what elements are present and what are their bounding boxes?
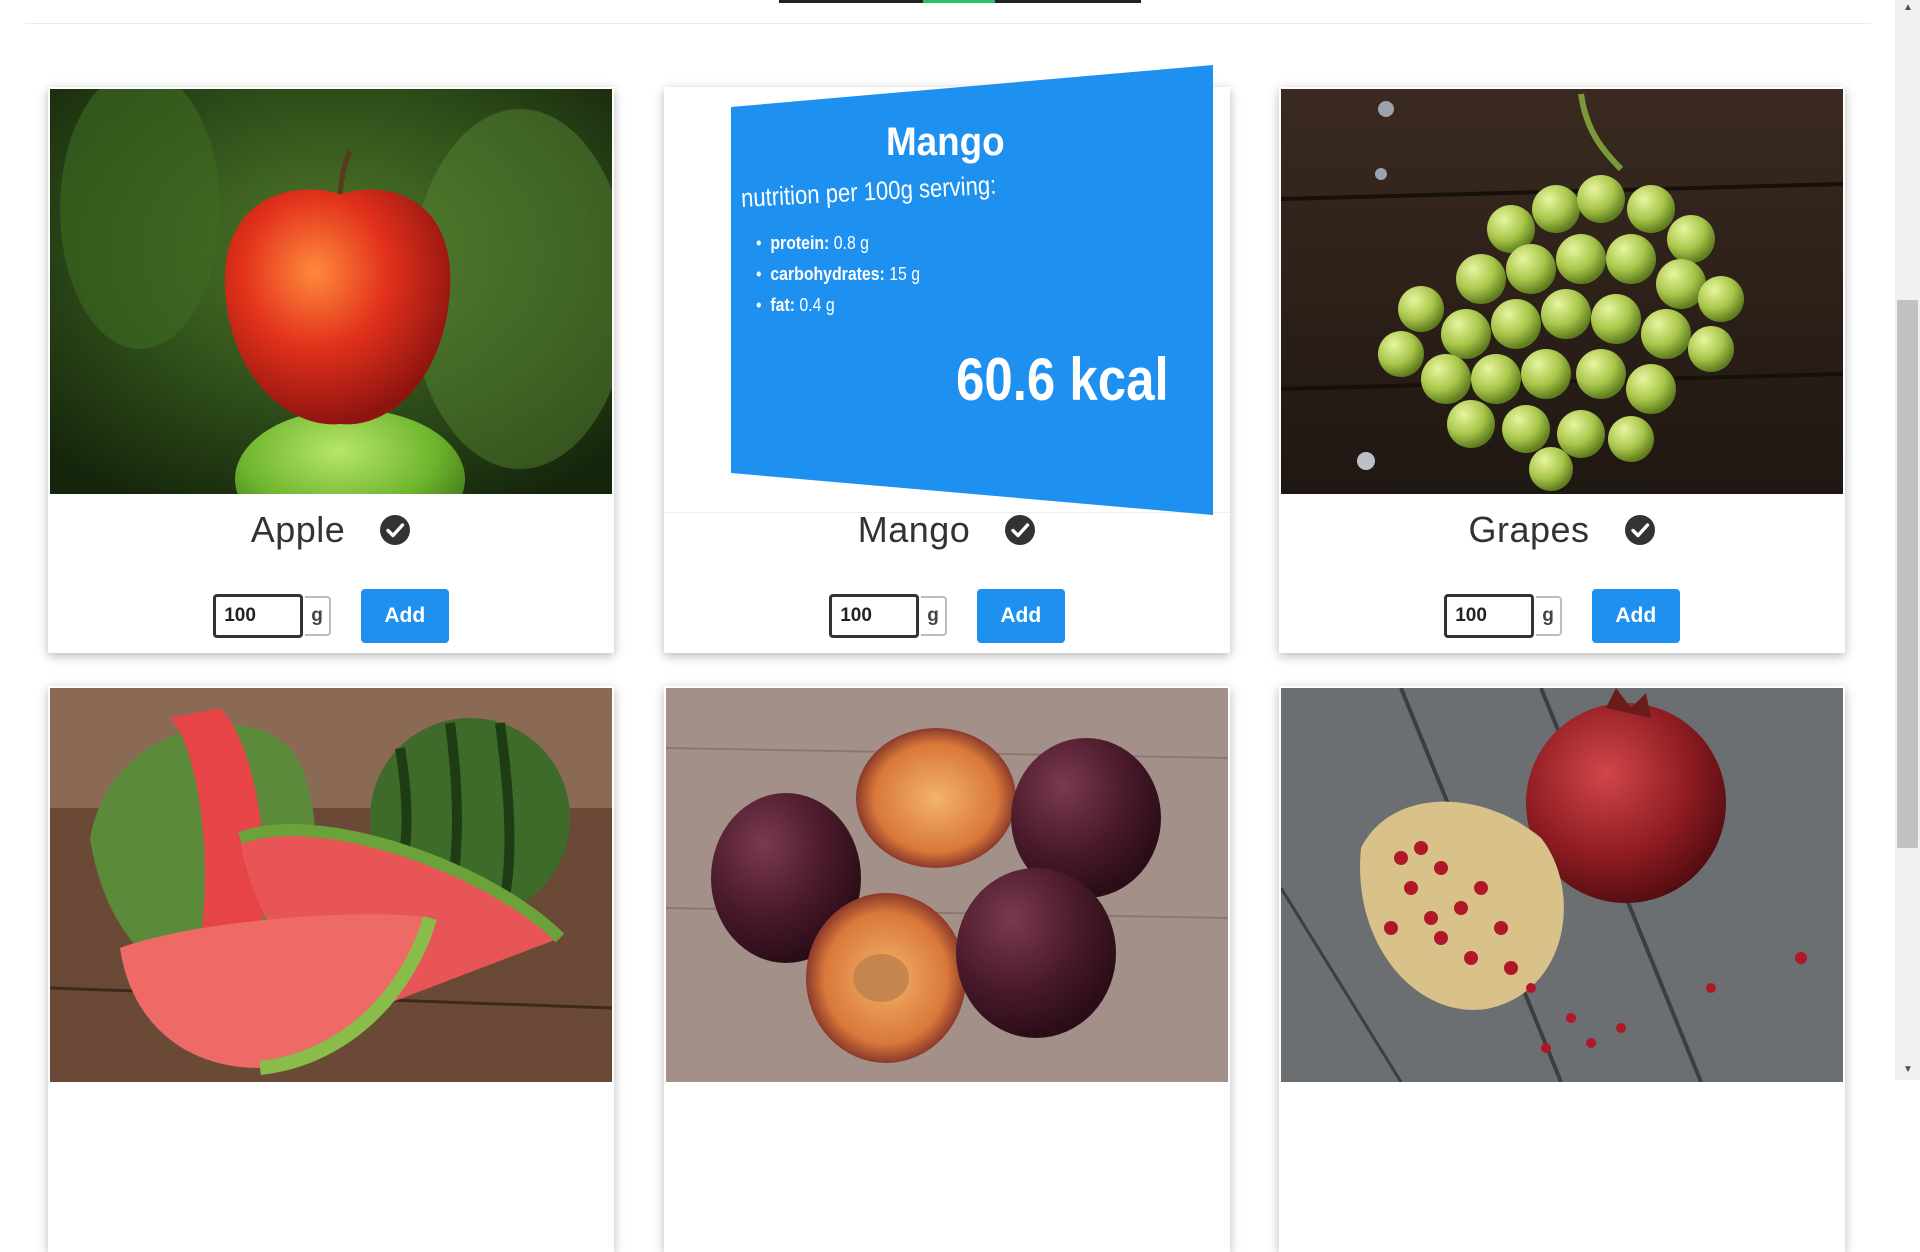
quantity-group: g bbox=[1444, 594, 1562, 638]
add-button[interactable]: Add bbox=[976, 589, 1065, 643]
nutrition-title: Mango bbox=[886, 120, 1005, 164]
add-button[interactable]: Add bbox=[360, 589, 449, 643]
quantity-group: g bbox=[829, 594, 947, 638]
nutrient-list: protein: 0.8 g carbohydrates: 15 g fat: … bbox=[756, 233, 920, 326]
nutrition-subtitle: nutrition per 100g serving: bbox=[740, 169, 997, 213]
mango-nutrition-panel[interactable]: Mango nutrition per 100g serving: protei… bbox=[731, 65, 1213, 515]
scroll-up-arrow-icon[interactable]: ▲ bbox=[1902, 2, 1914, 14]
nutrient-value: 0.8 g bbox=[833, 233, 869, 253]
watermelon-image bbox=[50, 688, 612, 1082]
nutrient-label: protein: bbox=[770, 233, 830, 253]
unit-label: g bbox=[921, 596, 947, 636]
unit-label: g bbox=[305, 596, 331, 636]
vertical-scrollbar[interactable]: ▲ ▼ bbox=[1895, 0, 1920, 1080]
unit-label: g bbox=[1536, 596, 1562, 636]
card-controls: g Add bbox=[48, 589, 614, 643]
scroll-down-arrow-icon[interactable]: ▼ bbox=[1902, 1064, 1914, 1076]
nutrient-item: protein: 0.8 g bbox=[756, 233, 920, 254]
check-circle-icon[interactable] bbox=[1624, 514, 1656, 546]
fruit-card-pomegranate bbox=[1279, 686, 1845, 1252]
pomegranate-image bbox=[1281, 688, 1843, 1082]
card-controls: g Add bbox=[1279, 589, 1845, 643]
check-circle-icon[interactable] bbox=[379, 514, 411, 546]
card-title-row: Grapes bbox=[1279, 500, 1845, 560]
fruit-grid: Apple g Add Mango g Add bbox=[0, 0, 1895, 1252]
plum-image bbox=[666, 688, 1228, 1082]
calorie-value: 60.6 kcal bbox=[956, 346, 1169, 413]
quantity-group: g bbox=[213, 594, 331, 638]
fruit-card-apple: Apple g Add bbox=[48, 87, 614, 653]
nutrient-item: carbohydrates: 15 g bbox=[756, 264, 920, 285]
fruit-name: Mango bbox=[857, 509, 971, 550]
nutrient-value: 15 g bbox=[889, 264, 921, 284]
scrollbar-thumb[interactable] bbox=[1897, 300, 1918, 848]
fruit-card-plum bbox=[664, 686, 1230, 1252]
add-button[interactable]: Add bbox=[1591, 589, 1680, 643]
nutrient-label: fat: bbox=[770, 295, 795, 315]
quantity-input[interactable] bbox=[1444, 594, 1535, 638]
quantity-input[interactable] bbox=[213, 594, 304, 638]
apple-image bbox=[50, 89, 612, 494]
nutrient-value: 0.4 g bbox=[799, 295, 835, 315]
fruit-card-grapes: Grapes g Add bbox=[1279, 87, 1845, 653]
nutrient-item: fat: 0.4 g bbox=[756, 295, 920, 316]
card-title-row: Apple bbox=[48, 500, 614, 560]
fruit-name: Grapes bbox=[1468, 509, 1590, 550]
nutrient-label: carbohydrates: bbox=[770, 264, 885, 284]
fruit-card-watermelon bbox=[48, 686, 614, 1252]
nutrition-panel-content: Mango nutrition per 100g serving: protei… bbox=[731, 65, 1213, 515]
fruit-name: Apple bbox=[250, 509, 346, 550]
grapes-image bbox=[1281, 89, 1843, 494]
quantity-input[interactable] bbox=[829, 594, 920, 638]
check-circle-icon[interactable] bbox=[1004, 514, 1036, 546]
card-controls: g Add bbox=[664, 589, 1230, 643]
